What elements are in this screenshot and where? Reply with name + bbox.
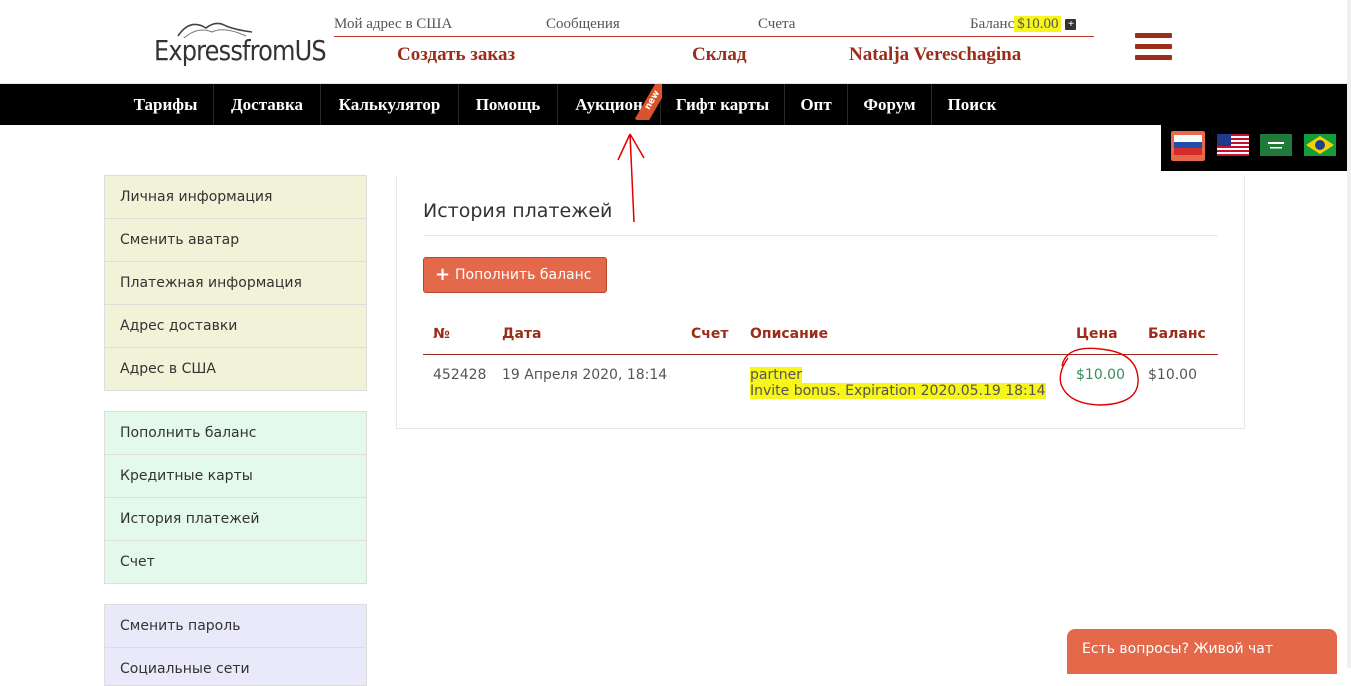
- sidebar-item-social-networks[interactable]: Социальные сети: [105, 648, 366, 685]
- row-date: 19 Апреля 2020, 18:14: [502, 367, 668, 383]
- sidebar-item-invoice[interactable]: Счет: [105, 541, 366, 583]
- sa-flag-icon[interactable]: [1260, 134, 1292, 158]
- sidebar-item-payment-info[interactable]: Платежная информация: [105, 262, 366, 305]
- sidebar-security-group: Сменить пароль Социальные сети: [104, 604, 367, 686]
- nav-gift-cards[interactable]: Гифт карты: [661, 84, 785, 125]
- balance-display[interactable]: Баланс $10.00 +: [970, 16, 1077, 33]
- topup-button-label: Пополнить баланс: [455, 267, 592, 283]
- col-header-description: Описание: [750, 326, 829, 342]
- row-description-line2: Invite bonus. Expiration 2020.05.19 18:1…: [750, 383, 1046, 399]
- ru-flag-icon[interactable]: [1171, 131, 1205, 161]
- row-num: 452428: [433, 367, 487, 383]
- language-selector: [1161, 125, 1351, 171]
- col-header-invoice: Счет: [691, 326, 729, 342]
- row-description: partner Invite bonus. Expiration 2020.05…: [750, 367, 1046, 399]
- link-address-usa[interactable]: Мой адрес в США: [334, 16, 452, 33]
- link-messages[interactable]: Сообщения: [546, 16, 620, 33]
- br-flag-icon[interactable]: [1304, 134, 1336, 158]
- main-navbar: Тарифы Доставка Калькулятор Помощь Аукци…: [0, 84, 1351, 125]
- page-scrollbar[interactable]: [1347, 0, 1351, 668]
- nav-forum[interactable]: Форум: [848, 84, 932, 125]
- nav-search[interactable]: Поиск: [932, 84, 1012, 125]
- sidebar-item-payment-history[interactable]: История платежей: [105, 498, 366, 541]
- nav-calculator[interactable]: Калькулятор: [321, 84, 459, 125]
- nav-wholesale[interactable]: Опт: [785, 84, 848, 125]
- plus-icon: +: [435, 264, 451, 285]
- balance-value: $10.00: [1014, 16, 1062, 32]
- row-description-line1: partner: [750, 367, 802, 383]
- top-links-bar: Мой адрес в США Сообщения Счета Баланс $1…: [334, 14, 1094, 37]
- link-invoices[interactable]: Счета: [758, 16, 795, 33]
- sidebar-item-credit-cards[interactable]: Кредитные карты: [105, 455, 366, 498]
- nav-delivery[interactable]: Доставка: [214, 84, 321, 125]
- balance-label: Баланс: [970, 16, 1015, 32]
- title-divider: [423, 235, 1218, 236]
- logo-text: ExpressfromUS: [154, 34, 327, 67]
- create-order-link[interactable]: Создать заказ: [397, 44, 515, 66]
- sidebar-finance-group: Пополнить баланс Кредитные карты История…: [104, 411, 367, 584]
- col-header-balance: Баланс: [1148, 326, 1206, 342]
- col-header-date: Дата: [502, 326, 542, 342]
- sidebar-item-usa-address[interactable]: Адрес в США: [105, 348, 366, 390]
- warehouse-link[interactable]: Склад: [692, 44, 746, 66]
- sidebar-item-delivery-address[interactable]: Адрес доставки: [105, 305, 366, 348]
- col-header-num: №: [433, 326, 450, 342]
- sidebar-item-change-password[interactable]: Сменить пароль: [105, 605, 366, 648]
- us-flag-icon[interactable]: [1217, 134, 1249, 158]
- topup-balance-button[interactable]: + Пополнить баланс: [423, 257, 607, 293]
- table-header-divider: [423, 354, 1218, 355]
- page-title: История платежей: [423, 200, 613, 222]
- row-price: $10.00: [1076, 367, 1125, 383]
- sidebar-item-change-avatar[interactable]: Сменить аватар: [105, 219, 366, 262]
- site-logo[interactable]: ExpressfromUS: [152, 14, 327, 70]
- payment-history-panel: История платежей + Пополнить баланс № Да…: [396, 175, 1245, 429]
- hamburger-menu-icon[interactable]: [1135, 33, 1172, 61]
- row-balance: $10.00: [1148, 367, 1197, 383]
- sidebar-item-personal-info[interactable]: Личная информация: [105, 176, 366, 219]
- col-header-price: Цена: [1076, 326, 1118, 342]
- nav-auction[interactable]: Аукцион: [558, 84, 661, 125]
- top-header: ExpressfromUS Мой адрес в США Сообщения …: [0, 0, 1351, 84]
- live-chat-button[interactable]: Есть вопросы? Живой чат: [1067, 629, 1337, 674]
- sidebar-item-topup[interactable]: Пополнить баланс: [105, 412, 366, 455]
- add-balance-icon[interactable]: +: [1065, 19, 1077, 30]
- sidebar-profile-group: Личная информация Сменить аватар Платежн…: [104, 175, 367, 391]
- nav-help[interactable]: Помощь: [459, 84, 558, 125]
- nav-tariffs[interactable]: Тарифы: [118, 84, 214, 125]
- user-name-link[interactable]: Natalja Vereschagina: [849, 44, 1021, 66]
